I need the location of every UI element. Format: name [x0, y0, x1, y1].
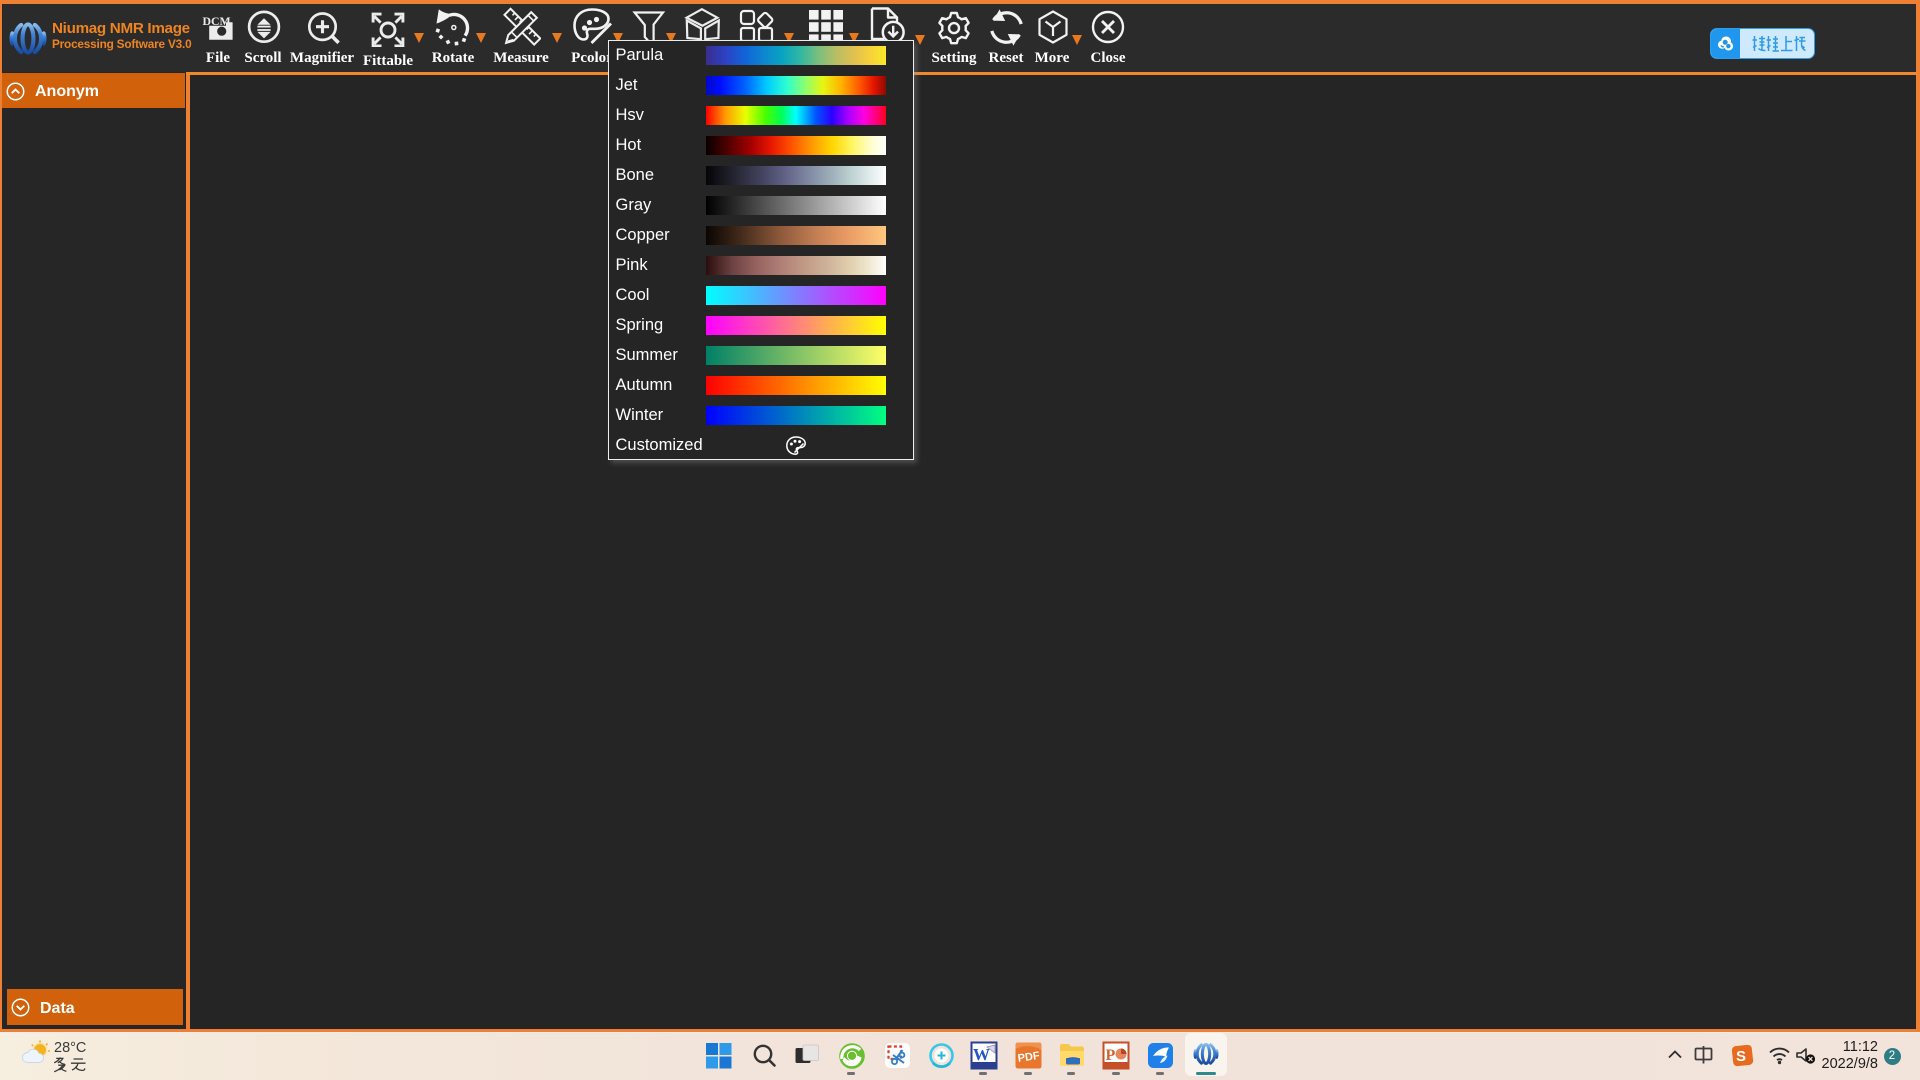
svg-text:P: P — [1106, 1047, 1116, 1064]
svg-text:W: W — [973, 1045, 990, 1064]
svg-text:S: S — [1736, 1048, 1746, 1065]
